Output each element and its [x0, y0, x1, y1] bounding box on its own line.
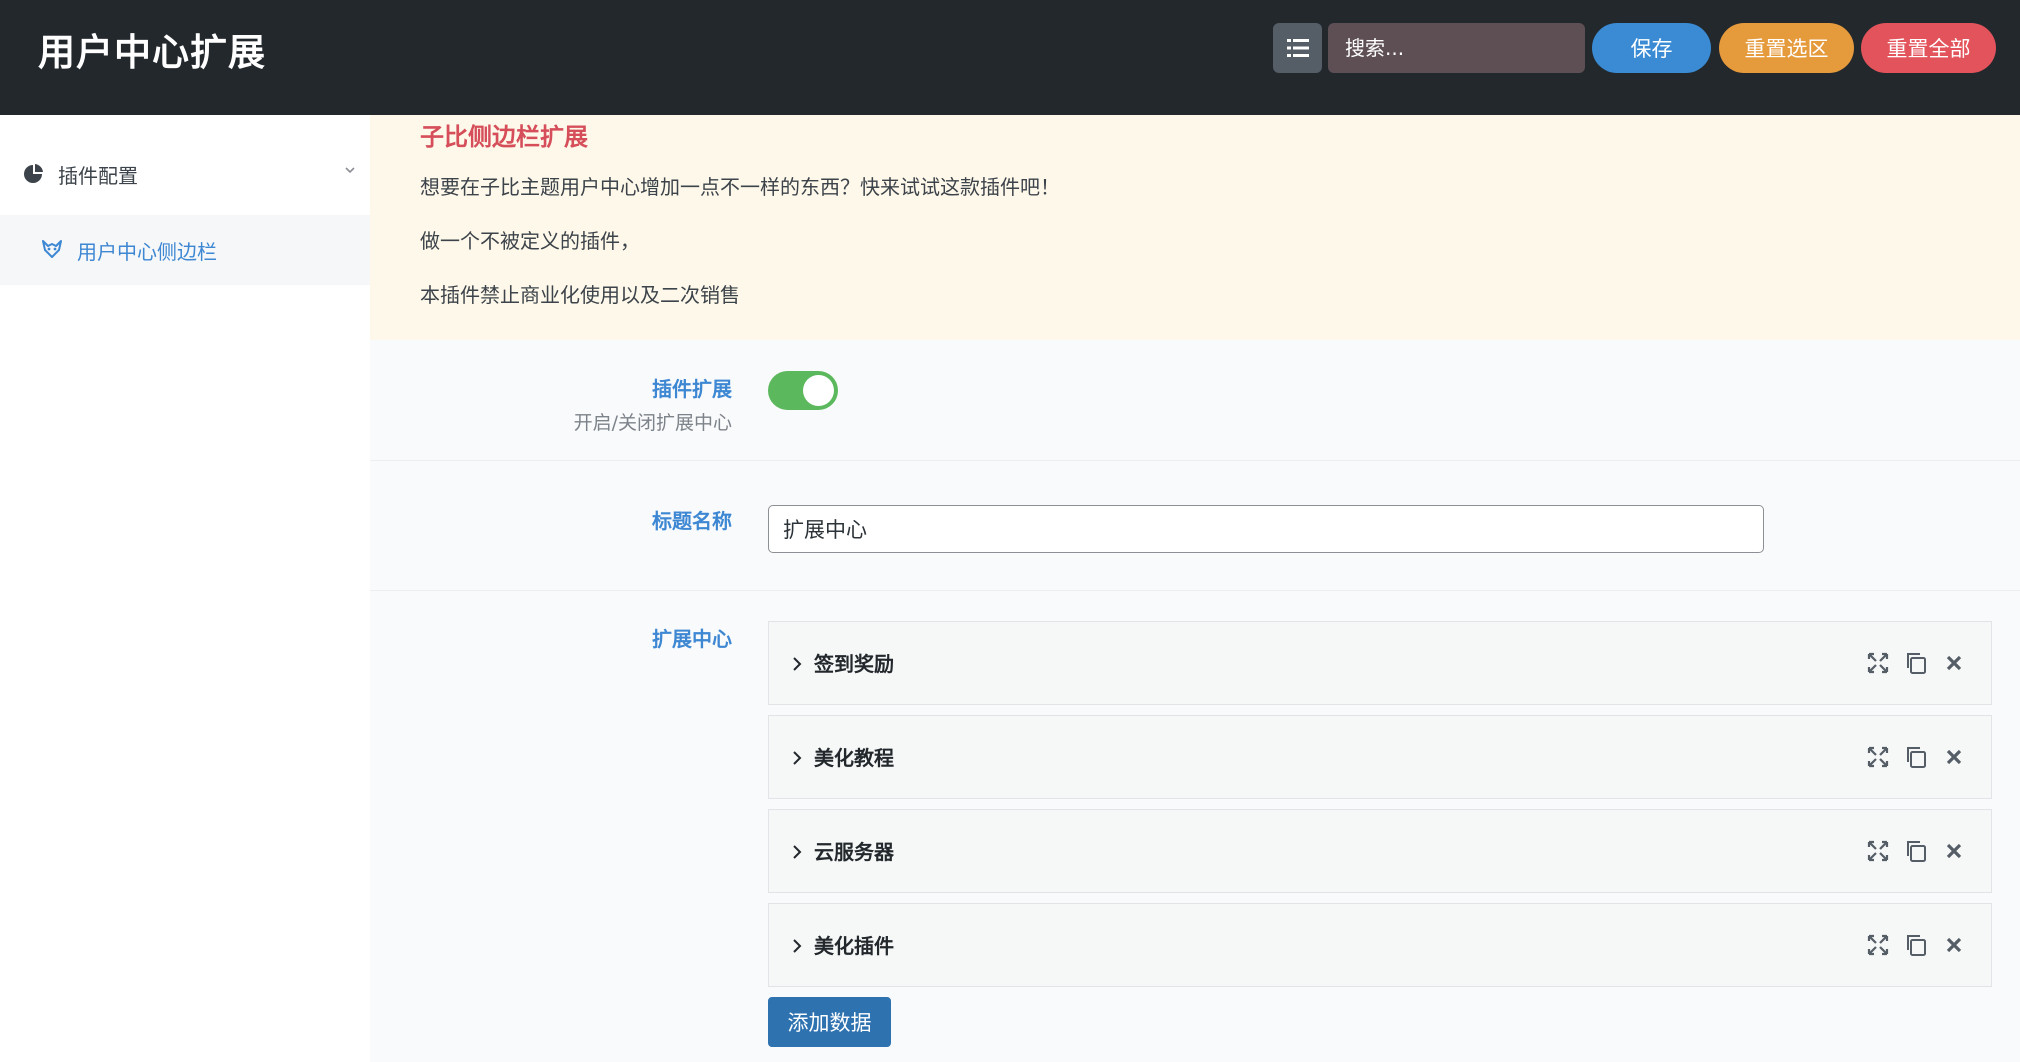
group-title: 云服务器: [814, 840, 894, 864]
ext-center-label: 扩展中心: [652, 627, 732, 651]
notice-line: 本插件禁止商业化使用以及二次销售: [420, 283, 740, 307]
expand-icon[interactable]: [1865, 650, 1891, 676]
chevron-right-icon: [793, 657, 802, 671]
expand-icon[interactable]: [1865, 932, 1891, 958]
sidebar-item-plugin-config[interactable]: 插件配置: [0, 145, 370, 201]
copy-icon[interactable]: [1903, 744, 1929, 770]
divider: [370, 590, 2020, 591]
group-title: 美化教程: [814, 746, 894, 770]
expand-icon[interactable]: [1865, 838, 1891, 864]
repeater-group[interactable]: 云服务器: [768, 809, 1992, 893]
close-icon[interactable]: [1941, 932, 1967, 958]
close-icon[interactable]: [1941, 744, 1967, 770]
sidebar: 插件配置 用户中心侧边栏: [0, 115, 370, 1062]
toggle-knob: [803, 375, 834, 406]
copy-icon[interactable]: [1903, 932, 1929, 958]
group-title: 美化插件: [814, 934, 894, 958]
menu-toggle-button[interactable]: [1273, 23, 1322, 73]
notice-title: 子比侧边栏扩展: [420, 123, 588, 151]
chevron-right-icon: [793, 845, 802, 859]
page-title: 用户中心扩展: [38, 31, 266, 74]
reset-section-button[interactable]: 重置选区: [1719, 23, 1854, 73]
top-header: 用户中心扩展 保存 重置选区 重置全部: [0, 0, 2020, 115]
expand-icon[interactable]: [1865, 744, 1891, 770]
add-data-button[interactable]: 添加数据: [768, 997, 891, 1047]
copy-icon[interactable]: [1903, 650, 1929, 676]
search-input[interactable]: [1328, 23, 1585, 73]
repeater-group[interactable]: 美化插件: [768, 903, 1992, 987]
close-icon[interactable]: [1941, 838, 1967, 864]
sidebar-item-label: 用户中心侧边栏: [77, 240, 217, 264]
repeater-group[interactable]: 美化教程: [768, 715, 1992, 799]
notice-line: 想要在子比主题用户中心增加一点不一样的东西？快来试试这款插件吧！: [420, 175, 1060, 199]
copy-icon[interactable]: [1903, 838, 1929, 864]
list-icon: [1286, 39, 1309, 57]
chevron-down-icon: [345, 167, 355, 174]
fox-icon: [42, 240, 62, 258]
pie-chart-icon: [24, 164, 43, 183]
main-content: 子比侧边栏扩展 想要在子比主题用户中心增加一点不一样的东西？快来试试这款插件吧！…: [370, 115, 2020, 1062]
title-name-input[interactable]: [768, 505, 1764, 553]
plugin-ext-toggle[interactable]: [768, 371, 838, 410]
plugin-ext-description: 开启/关闭扩展中心: [573, 412, 732, 434]
notice-line: 做一个不被定义的插件，: [420, 229, 640, 253]
sidebar-item-label: 插件配置: [58, 164, 138, 188]
reset-all-button[interactable]: 重置全部: [1861, 23, 1996, 73]
save-button[interactable]: 保存: [1592, 23, 1711, 73]
divider: [370, 460, 2020, 461]
group-title: 签到奖励: [814, 652, 894, 676]
notice-panel: 子比侧边栏扩展 想要在子比主题用户中心增加一点不一样的东西？快来试试这款插件吧！…: [370, 115, 2020, 340]
repeater-group[interactable]: 签到奖励: [768, 621, 1992, 705]
close-icon[interactable]: [1941, 650, 1967, 676]
sidebar-item-user-center-sidebar[interactable]: 用户中心侧边栏: [0, 215, 370, 285]
chevron-right-icon: [793, 751, 802, 765]
chevron-right-icon: [793, 939, 802, 953]
title-name-label: 标题名称: [652, 509, 732, 533]
plugin-ext-label: 插件扩展: [652, 377, 732, 401]
